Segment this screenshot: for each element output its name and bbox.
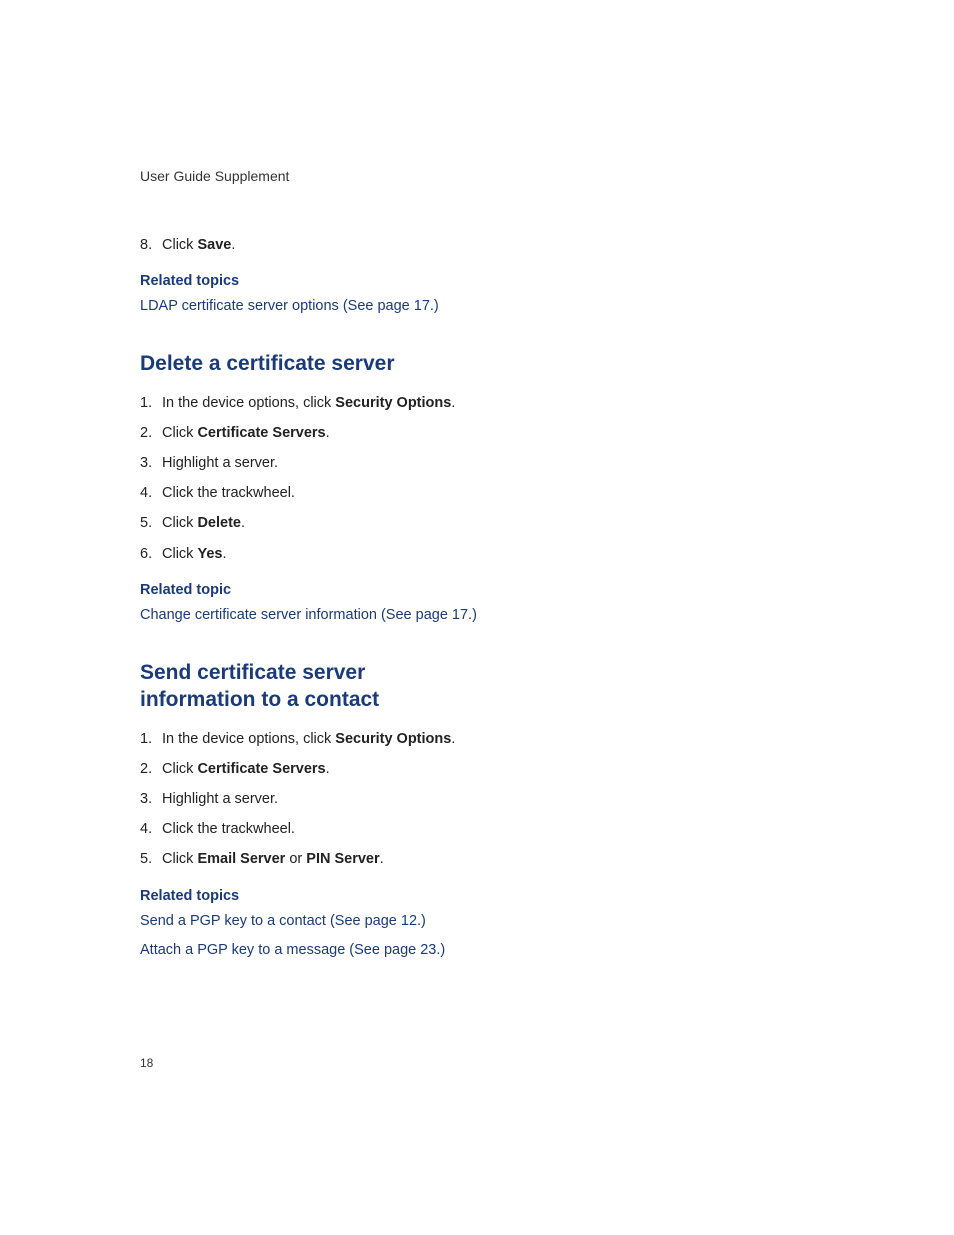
section-heading-2: Send certificate server information to a…	[140, 659, 480, 714]
list-item: 8. Click Save.	[140, 234, 540, 257]
list-item: 4.Click the trackwheel.	[140, 818, 540, 841]
list-text: Click Save.	[162, 234, 540, 257]
list-text: Click Delete.	[162, 512, 540, 535]
page-header: User Guide Supplement	[140, 168, 540, 184]
related-link[interactable]: Send a PGP key to a contact (See page 12…	[140, 910, 540, 933]
list-item: 1.In the device options, click Security …	[140, 392, 540, 415]
list-text: Click Certificate Servers.	[162, 422, 540, 445]
section-1-related-links: Change certificate server information (S…	[140, 604, 540, 627]
page-number: 18	[140, 1056, 153, 1070]
top-step-list: 8. Click Save.	[140, 234, 540, 257]
related-link[interactable]: Attach a PGP key to a message (See page …	[140, 939, 540, 962]
list-text: In the device options, click Security Op…	[162, 728, 540, 751]
list-number: 4.	[140, 482, 162, 505]
list-text: Click Certificate Servers.	[162, 758, 540, 781]
list-text: Click Email Server or PIN Server.	[162, 848, 540, 871]
list-item: 5.Click Email Server or PIN Server.	[140, 848, 540, 871]
section-2-steps: 1.In the device options, click Security …	[140, 728, 540, 872]
list-item: 1.In the device options, click Security …	[140, 728, 540, 751]
section-2-related-links: Send a PGP key to a contact (See page 12…	[140, 910, 540, 962]
list-item: 5.Click Delete.	[140, 512, 540, 535]
list-number: 1.	[140, 728, 162, 751]
related-topics-heading: Related topics	[140, 273, 540, 289]
related-topics-heading: Related topics	[140, 888, 540, 904]
list-number: 2.	[140, 422, 162, 445]
related-link[interactable]: Change certificate server information (S…	[140, 604, 540, 627]
list-text: Click the trackwheel.	[162, 482, 540, 505]
list-text: Highlight a server.	[162, 452, 540, 475]
list-text: In the device options, click Security Op…	[162, 392, 540, 415]
list-number: 4.	[140, 818, 162, 841]
list-item: 6.Click Yes.	[140, 543, 540, 566]
list-item: 2.Click Certificate Servers.	[140, 758, 540, 781]
list-number: 3.	[140, 452, 162, 475]
related-topic-heading: Related topic	[140, 582, 540, 598]
list-number: 5.	[140, 848, 162, 871]
related-link[interactable]: LDAP certificate server options (See pag…	[140, 295, 540, 318]
list-number: 3.	[140, 788, 162, 811]
section-heading-1: Delete a certificate server	[140, 350, 480, 377]
list-text: Highlight a server.	[162, 788, 540, 811]
list-number: 8.	[140, 234, 162, 257]
list-text: Click Yes.	[162, 543, 540, 566]
list-item: 4.Click the trackwheel.	[140, 482, 540, 505]
list-number: 6.	[140, 543, 162, 566]
list-item: 3.Highlight a server.	[140, 788, 540, 811]
list-number: 1.	[140, 392, 162, 415]
section-1-steps: 1.In the device options, click Security …	[140, 392, 540, 566]
list-item: 2.Click Certificate Servers.	[140, 422, 540, 445]
list-text: Click the trackwheel.	[162, 818, 540, 841]
list-number: 2.	[140, 758, 162, 781]
list-item: 3.Highlight a server.	[140, 452, 540, 475]
document-page: User Guide Supplement 8. Click Save. Rel…	[0, 0, 680, 1008]
list-number: 5.	[140, 512, 162, 535]
